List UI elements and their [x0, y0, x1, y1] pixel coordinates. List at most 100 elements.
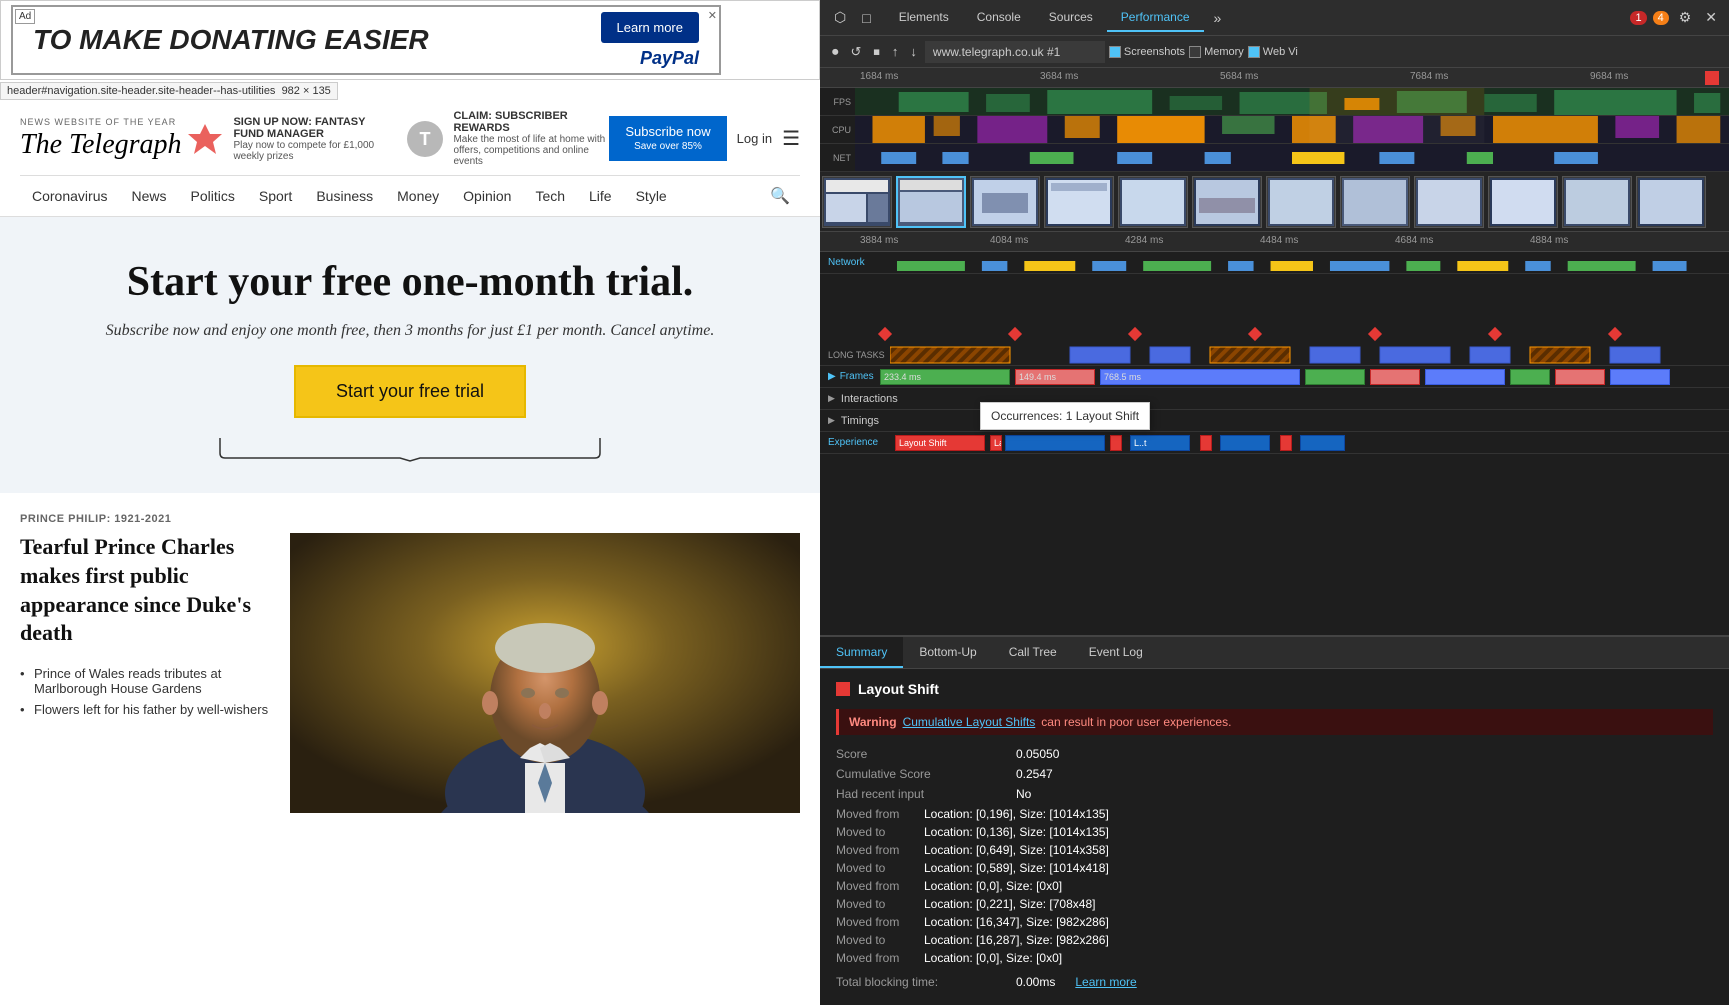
promo-rewards: T CLAIM: SUBSCRIBER REWARDS Make the mos…: [405, 110, 605, 167]
screenshots-checkbox[interactable]: [1109, 46, 1121, 58]
export-icon[interactable]: ↓: [906, 42, 921, 61]
free-trial-button[interactable]: Start your free trial: [294, 365, 526, 418]
timings-row[interactable]: ▶ Timings: [820, 410, 1729, 432]
interactions-row[interactable]: ▶ Interactions: [820, 388, 1729, 410]
ad-banner: Ad TO MAKE DONATING EASIER Learn more Pa…: [0, 0, 820, 80]
screenshot-thumb[interactable]: [1636, 176, 1706, 228]
screenshots-checkbox-label: Screenshots: [1109, 46, 1185, 58]
screenshot-thumb[interactable]: [1118, 176, 1188, 228]
promo-rewards-icon: T: [405, 119, 445, 159]
tab-console[interactable]: Console: [963, 4, 1035, 32]
nav-item-business[interactable]: Business: [304, 178, 385, 214]
subscription-heading: Start your free one-month trial.: [20, 257, 800, 307]
nav-item-news[interactable]: News: [119, 178, 178, 214]
more-tabs-icon[interactable]: »: [1208, 4, 1228, 32]
cursor-icon-button[interactable]: ⬡: [828, 5, 852, 30]
import-icon[interactable]: ↑: [888, 42, 903, 61]
score-row: Score 0.05050: [836, 747, 1713, 761]
nav-item-tech[interactable]: Tech: [523, 178, 577, 214]
frame-segment: [1425, 369, 1505, 385]
exp-block-small[interactable]: [1110, 435, 1122, 451]
tab-elements[interactable]: Elements: [885, 4, 963, 32]
tab-performance[interactable]: Performance: [1107, 4, 1204, 32]
frames-arrow[interactable]: ▶: [828, 371, 836, 382]
summary-title-text: Layout Shift: [858, 681, 939, 697]
ad-close-button[interactable]: ✕: [708, 9, 717, 22]
nav-item-politics[interactable]: Politics: [179, 178, 247, 214]
screenshot-thumb[interactable]: [822, 176, 892, 228]
stop-record-icon[interactable]: ⏹: [869, 42, 884, 62]
record-icon[interactable]: ⏺: [828, 42, 843, 62]
screenshot-thumb[interactable]: [1340, 176, 1410, 228]
tab-sources[interactable]: Sources: [1035, 4, 1107, 32]
exp-block-blue2[interactable]: L..t: [1130, 435, 1190, 451]
screenshot-thumb[interactable]: [1192, 176, 1262, 228]
close-devtools-icon[interactable]: ✕: [1701, 5, 1721, 30]
frame-segment: [1370, 369, 1420, 385]
recent-input-row: Had recent input No: [836, 787, 1713, 801]
nav-item-coronavirus[interactable]: Coronavirus: [20, 178, 119, 214]
screenshot-thumb[interactable]: [1488, 176, 1558, 228]
webvi-checkbox[interactable]: [1248, 46, 1260, 58]
exp-block-la[interactable]: La: [990, 435, 1002, 451]
login-button[interactable]: Log in: [737, 131, 772, 146]
devtools-toolbar: ⬡ □ Elements Console Sources Performance…: [820, 0, 1729, 36]
reload-icon[interactable]: ↺: [847, 42, 866, 62]
time-mark-5684: 5684 ms: [1220, 71, 1258, 82]
inspect-icon-button[interactable]: □: [856, 6, 876, 30]
time-mark-4084: 4084 ms: [990, 235, 1028, 246]
empty-timeline-space: [820, 274, 1729, 324]
frames-label: ▶ Frames: [820, 371, 880, 382]
ad-learn-button[interactable]: Learn more: [601, 12, 699, 43]
timings-label: Timings: [841, 415, 879, 427]
nav-item-money[interactable]: Money: [385, 178, 451, 214]
screenshot-thumb-selected[interactable]: [896, 176, 966, 228]
promo-rewards-desc: Make the most of life at home with offer…: [453, 134, 605, 167]
tab-call-tree[interactable]: Call Tree: [993, 637, 1073, 668]
summary-content: Layout Shift Warning Cumulative Layout S…: [820, 669, 1729, 1005]
memory-checkbox[interactable]: [1189, 46, 1201, 58]
nav-item-life[interactable]: Life: [577, 178, 624, 214]
exp-block-blue[interactable]: [1005, 435, 1105, 451]
search-icon[interactable]: 🔍: [760, 176, 800, 216]
ad-marker: Ad: [15, 9, 35, 24]
telegraph-promos: SIGN UP NOW: FANTASY FUND MANAGER Play n…: [185, 110, 605, 167]
nav-item-opinion[interactable]: Opinion: [451, 178, 523, 214]
exp-block-red3[interactable]: [1280, 435, 1292, 451]
url-input[interactable]: [925, 41, 1105, 63]
promo-rewards-title: CLAIM: SUBSCRIBER REWARDS: [453, 110, 605, 134]
learn-more-link[interactable]: Learn more: [1075, 975, 1136, 989]
recent-input-val: No: [1016, 787, 1031, 801]
exp-block-layout-shift[interactable]: Layout Shift: [895, 435, 985, 451]
exp-block-red2[interactable]: [1200, 435, 1212, 451]
screenshot-thumb[interactable]: [1562, 176, 1632, 228]
telegraph-top: NEWS WEBSITE OF THE YEAR The Telegraph S…: [20, 110, 800, 167]
tab-bottom-up[interactable]: Bottom-Up: [903, 637, 992, 668]
screenshot-thumb[interactable]: [970, 176, 1040, 228]
tab-summary[interactable]: Summary: [820, 637, 903, 668]
moved-to-1-key: Moved to: [836, 825, 916, 839]
moved-from-4-val: Location: [16,347], Size: [982x286]: [924, 915, 1109, 929]
frame-segment-pink: 149.4 ms: [1015, 369, 1095, 385]
timings-arrow-icon: ▶: [828, 415, 835, 426]
hamburger-menu-icon[interactable]: ☰: [782, 126, 800, 151]
screenshot-thumb[interactable]: [1044, 176, 1114, 228]
exp-block-blue3[interactable]: [1220, 435, 1270, 451]
settings-icon[interactable]: ⚙: [1675, 5, 1696, 30]
exp-block-blue4[interactable]: [1300, 435, 1345, 451]
tab-event-log[interactable]: Event Log: [1073, 637, 1159, 668]
warning-row: Warning Cumulative Layout Shifts can res…: [836, 709, 1713, 735]
telegraph-header: NEWS WEBSITE OF THE YEAR The Telegraph S…: [0, 102, 820, 217]
cumulative-layout-shifts-link[interactable]: Cumulative Layout Shifts: [903, 715, 1036, 729]
time-mark-4884: 4884 ms: [1530, 235, 1568, 246]
red-square-icon: [836, 682, 850, 696]
nav-item-sport[interactable]: Sport: [247, 178, 304, 214]
screenshot-thumb[interactable]: [1266, 176, 1336, 228]
cumulative-score-val: 0.2547: [1016, 767, 1053, 781]
main-nav: Coronavirus News Politics Sport Business…: [20, 175, 800, 216]
subscribe-button[interactable]: Subscribe now Save over 85%: [609, 116, 726, 162]
nav-item-style[interactable]: Style: [624, 178, 679, 214]
list-item: Flowers left for his father by well-wish…: [20, 699, 270, 720]
moved-from-4-key: Moved from: [836, 915, 916, 929]
screenshot-thumb[interactable]: [1414, 176, 1484, 228]
